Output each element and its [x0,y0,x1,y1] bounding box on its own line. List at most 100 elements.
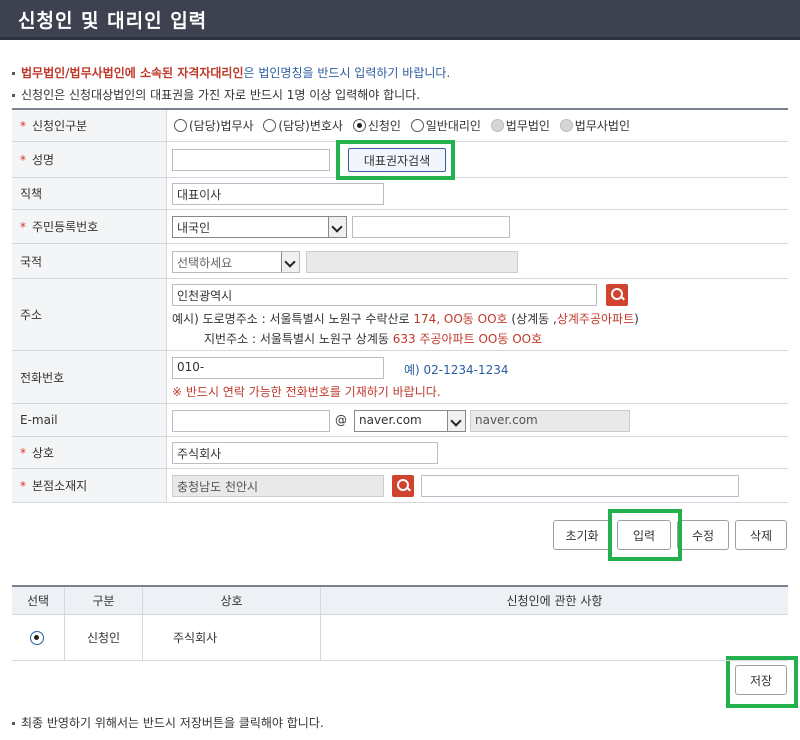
radio-checked-icon[interactable] [352,119,366,132]
label-nationality: 국적 [12,244,167,278]
label-text: 본점소재지 [32,479,88,493]
delete-button[interactable]: 삭제 [735,520,787,550]
label-text: 국적 [20,254,43,269]
address-example-road: 예시) 도로명주소 : 서울특별시 노원구 수락산로 174, OO동 OO호 … [172,310,639,327]
save-button[interactable]: 저장 [735,665,787,695]
company-input[interactable]: 주식회사 [172,442,438,464]
row-position: 직책 대표이사 [12,178,788,210]
address-search-icon[interactable] [606,284,628,306]
label-head-office: * 본점소재지 [12,469,167,502]
email-at-sign: @ [335,413,347,427]
required-icon: * [20,445,26,460]
required-icon: * [20,152,26,167]
highlight-input-button [608,509,682,561]
chevron-down-icon[interactable] [328,217,346,237]
column-header-details: 신청인에 관한 사항 [506,594,603,608]
phone-input[interactable]: 010- [172,357,384,379]
applicant-list-table: 선택 구분 상호 신청인에 관한 사항 신청인 주식회사 [12,585,788,661]
row-address: 주소 인천광역시 예시) 도로명주소 : 서울특별시 노원구 수락산로 174,… [12,279,788,351]
row-phone: 전화번호 010- 예) 02-1234-1234 ※ 반드시 연락 가능한 전… [12,351,788,404]
bullet-icon [12,72,15,75]
select-value: naver.com [359,413,422,427]
label-text: 상호 [32,446,55,460]
address-example-lot: 지번주소 : 서울특별시 노원구 상계동 633 주공아파트 OO동 OO호 [204,330,542,347]
notice-text: 은 법인명칭을 반드시 입력하기 바랍니다. [243,66,451,80]
label-text: 전화번호 [20,370,65,385]
example-text: (상계동 , [507,312,557,326]
radio-icon[interactable] [174,119,187,132]
label-applicant-type: * 신청인구분 [12,110,167,141]
radio-label: 법무사법인 [574,119,630,133]
column-header-company: 상호 [143,587,321,614]
name-input[interactable] [172,149,330,171]
phone-example: 예) 02-1234-1234 [404,363,509,377]
cell-type: 신청인 [65,615,143,660]
table-row[interactable]: 신청인 주식회사 [12,615,788,661]
radio-disabled-icon [490,119,504,132]
row-email: E-mail @ naver.com naver.com [12,404,788,437]
radio-checked-icon[interactable] [30,630,44,645]
label-address: 주소 [12,279,167,350]
position-input[interactable]: 대표이사 [172,183,384,205]
phone-warning: ※ 반드시 연락 가능한 전화번호를 기재하기 바랍니다. [172,385,441,399]
cell-details [321,615,788,660]
example-text: 예시) 도로명주소 : 서울특별시 노원구 수락산로 [172,312,414,326]
label-phone: 전화번호 [12,351,167,403]
notice-save: 최종 반영하기 위해서는 반드시 저장버튼을 클릭해야 합니다. [12,714,324,731]
notice-corporation: 법무법인/법무사법인에 소속된 자격자대리인은 법인명칭을 반드시 입력하기 바… [12,64,450,81]
nationality-extra-input [306,251,518,273]
radio-icon[interactable] [410,119,424,132]
nationality-select[interactable]: 선택하세요 [172,251,300,273]
resident-number-input[interactable] [352,216,510,238]
label-text: 주소 [20,308,43,322]
bullet-icon [12,722,15,725]
page-title: 신청인 및 대리인 입력 [18,10,208,32]
head-office-detail-input[interactable] [421,475,739,497]
head-office-search-icon[interactable] [392,475,414,497]
chevron-down-icon[interactable] [447,411,465,431]
address-input[interactable]: 인천광역시 [172,284,597,306]
radio-option-attorney[interactable]: (담당)변호사 [263,117,343,134]
email-local-input[interactable] [172,410,330,432]
example-text: 지번주소 : 서울특별시 노원구 상계동 [204,332,393,346]
notice-text: 최종 반영하기 위해서는 반드시 저장버튼을 클릭해야 합니다. [21,716,324,730]
chevron-down-icon[interactable] [281,252,299,272]
column-header-type: 구분 [65,587,143,614]
table-header: 선택 구분 상호 신청인에 관한 사항 [12,587,788,615]
row-applicant-type: * 신청인구분 (담당)법무사 (담당)변호사 신청인 일반대리인 법무법인 법무… [12,110,788,142]
example-highlight: 174, OO동 OO호 [413,312,508,326]
radio-option-applicant[interactable]: 신청인 [352,117,401,134]
radio-disabled-icon [559,119,573,132]
label-text: E-mail [20,413,58,427]
radio-label: 일반대리인 [425,119,481,133]
row-company: * 상호 주식회사 [12,437,788,469]
label-text: 성명 [32,153,55,167]
reset-button[interactable]: 초기화 [553,520,611,550]
radio-label: (담당)법무사 [189,119,254,133]
resident-type-select[interactable]: 내국인 [172,216,347,238]
email-domain-select[interactable]: naver.com [354,410,466,432]
label-position: 직책 [12,178,167,209]
radio-option-law-firm: 법무법인 [490,117,550,134]
required-icon: * [20,478,26,493]
highlight-search-button [336,140,455,180]
radio-option-general-agent[interactable]: 일반대리인 [410,117,481,134]
cell-select[interactable] [12,615,65,660]
cell-company: 주식회사 [143,615,321,660]
radio-icon[interactable] [263,119,277,132]
required-icon: * [20,219,26,234]
label-company: * 상호 [12,437,167,468]
email-domain-input: naver.com [470,410,630,432]
radio-option-lawyer-agent[interactable]: (담당)법무사 [174,117,254,134]
edit-button[interactable]: 수정 [677,520,729,550]
label-email: E-mail [12,404,167,436]
title-bar: 신청인 및 대리인 입력 [0,0,800,40]
example-highlight: 633 주공아파트 OO동 OO호 [392,332,543,346]
head-office-input: 충청남도 천안시 [172,475,384,497]
notice-highlight: 법무법인/법무사법인에 소속된 자격자대리인 [21,66,244,80]
radio-option-legal-scrivener-firm: 법무사법인 [559,117,630,134]
bullet-icon [12,94,15,97]
radio-label: (담당)변호사 [278,119,343,133]
notice-text: 신청인은 신청대상법인의 대표권을 가진 자로 반드시 1명 이상 입력해야 합… [21,88,421,102]
select-value: 선택하세요 [177,256,233,270]
